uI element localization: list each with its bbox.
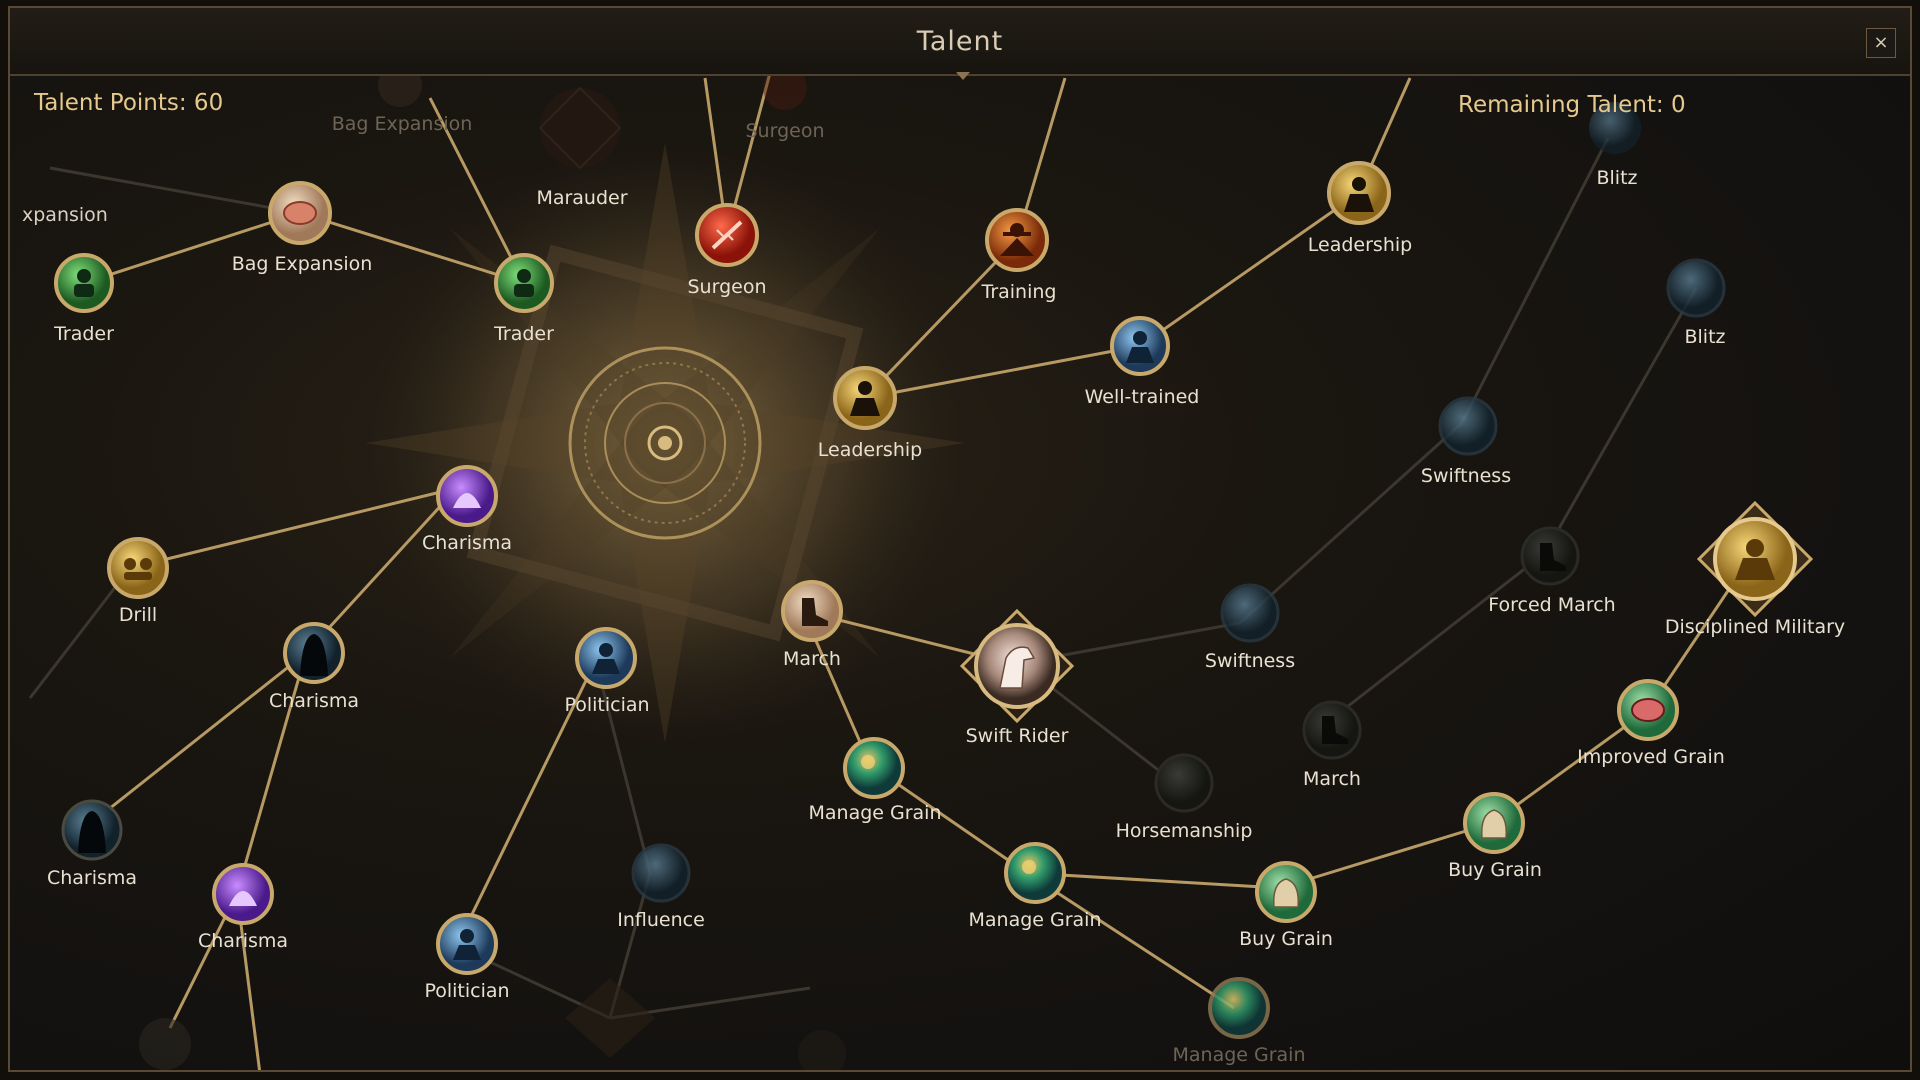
grain-icon	[1022, 860, 1036, 874]
svg-text:Leadership: Leadership	[1308, 234, 1412, 256]
svg-text:Blitz: Blitz	[1684, 326, 1725, 348]
svg-text:Drill: Drill	[119, 604, 157, 626]
talent-node-disciplined-military[interactable]: Disciplined Military	[1665, 500, 1845, 638]
talent-node-politician-bottom[interactable]: Politician	[424, 913, 510, 1002]
svg-text:Charisma: Charisma	[198, 930, 288, 952]
talent-node-manage-grain-2[interactable]: Manage Grain	[968, 842, 1102, 931]
talent-points-label: Talent Points: 60	[34, 90, 224, 116]
talent-node-march-right[interactable]: March	[1302, 700, 1362, 790]
talent-node-drill[interactable]: Drill	[107, 537, 169, 626]
talent-node-charisma-mid[interactable]: Charisma	[269, 622, 359, 712]
talent-node-marauder[interactable]: Marauder	[536, 86, 628, 209]
title-bar: Talent ×	[10, 8, 1910, 80]
talent-node-charisma-low-left[interactable]: Charisma	[47, 799, 137, 889]
svg-text:Charisma: Charisma	[422, 532, 512, 554]
svg-text:Trader: Trader	[53, 323, 114, 345]
svg-text:Horsemanship: Horsemanship	[1116, 820, 1253, 842]
svg-text:Forced March: Forced March	[1488, 594, 1615, 616]
talent-node-well-trained[interactable]: Well-trained	[1085, 316, 1200, 408]
svg-text:Charisma: Charisma	[47, 867, 137, 889]
svg-text:Bag Expansion: Bag Expansion	[232, 253, 373, 275]
svg-text:Manage Grain: Manage Grain	[1172, 1044, 1305, 1066]
svg-text:Swiftness: Swiftness	[1421, 465, 1511, 487]
meat-icon	[283, 201, 317, 225]
svg-text:Improved Grain: Improved Grain	[1577, 746, 1725, 768]
svg-text:Leadership: Leadership	[818, 439, 922, 461]
svg-text:Manage Grain: Manage Grain	[808, 802, 941, 824]
talent-node-swift-rider[interactable]: Swift Rider	[959, 608, 1075, 747]
svg-text:Influence: Influence	[617, 909, 705, 931]
title-caret-icon	[956, 72, 970, 80]
talent-node-trader-left[interactable]: Trader	[53, 253, 114, 345]
grain-icon	[861, 755, 875, 769]
meat-icon	[1631, 698, 1665, 722]
talent-node-march[interactable]: March	[781, 580, 843, 670]
svg-text:Politician: Politician	[424, 980, 509, 1002]
svg-text:Disciplined Military: Disciplined Military	[1665, 616, 1845, 638]
talent-tree: Bag Expansion Surgeon xpansion Marauder …	[22, 63, 1845, 1070]
svg-text:xpansion: xpansion	[22, 204, 108, 226]
talent-node-charisma-bottom[interactable]: Charisma	[198, 863, 288, 952]
svg-text:March: March	[1303, 768, 1361, 790]
talent-node-trader-right[interactable]: Trader	[493, 253, 554, 345]
svg-text:Training: Training	[981, 281, 1057, 303]
svg-text:Blitz: Blitz	[1596, 167, 1637, 189]
talent-node-manage-grain-3[interactable]: Manage Grain	[1172, 977, 1306, 1066]
svg-text:Manage Grain: Manage Grain	[968, 909, 1101, 931]
talent-node-swiftness-lower[interactable]: Swiftness	[1205, 583, 1295, 672]
talent-node-blitz-right[interactable]: Blitz	[1666, 258, 1726, 348]
talent-node-leadership-top[interactable]: Leadership	[1308, 161, 1412, 256]
surgeon-top-node: Surgeon	[746, 66, 825, 142]
svg-text:March: March	[783, 648, 841, 670]
talent-node-influence[interactable]: Influence	[617, 843, 705, 931]
svg-text:Buy Grain: Buy Grain	[1448, 859, 1542, 881]
talent-node-forced-march[interactable]: Forced March	[1488, 526, 1616, 616]
close-button[interactable]: ×	[1866, 28, 1896, 58]
svg-text:Well-trained: Well-trained	[1085, 386, 1200, 408]
talent-node-swiftness-upper[interactable]: Swiftness	[1421, 396, 1511, 487]
svg-text:Marauder: Marauder	[536, 187, 627, 209]
svg-text:Bag Expansion: Bag Expansion	[332, 113, 473, 135]
svg-text:Surgeon: Surgeon	[688, 276, 767, 298]
svg-text:Swift Rider: Swift Rider	[966, 725, 1069, 747]
svg-text:Buy Grain: Buy Grain	[1239, 928, 1333, 950]
svg-text:Charisma: Charisma	[269, 690, 359, 712]
talent-node-improved-grain[interactable]: Improved Grain	[1577, 679, 1725, 768]
window-title: Talent	[916, 26, 1004, 57]
talent-node-horsemanship[interactable]: Horsemanship	[1116, 753, 1253, 842]
talent-node-manage-grain-1[interactable]: Manage Grain	[808, 737, 942, 824]
svg-text:Swiftness: Swiftness	[1205, 650, 1295, 672]
talent-node-training[interactable]: Training	[981, 208, 1057, 303]
talent-node-buy-grain-right[interactable]: Buy Grain	[1448, 792, 1542, 881]
talent-window: Bag Expansion Surgeon xpansion Marauder …	[8, 6, 1912, 1072]
svg-text:Surgeon: Surgeon	[746, 120, 825, 142]
svg-text:Politician: Politician	[564, 694, 649, 716]
svg-text:Trader: Trader	[493, 323, 554, 345]
remaining-talent-label: Remaining Talent: 0	[1458, 92, 1686, 118]
expansion-left-node: xpansion	[22, 204, 108, 226]
